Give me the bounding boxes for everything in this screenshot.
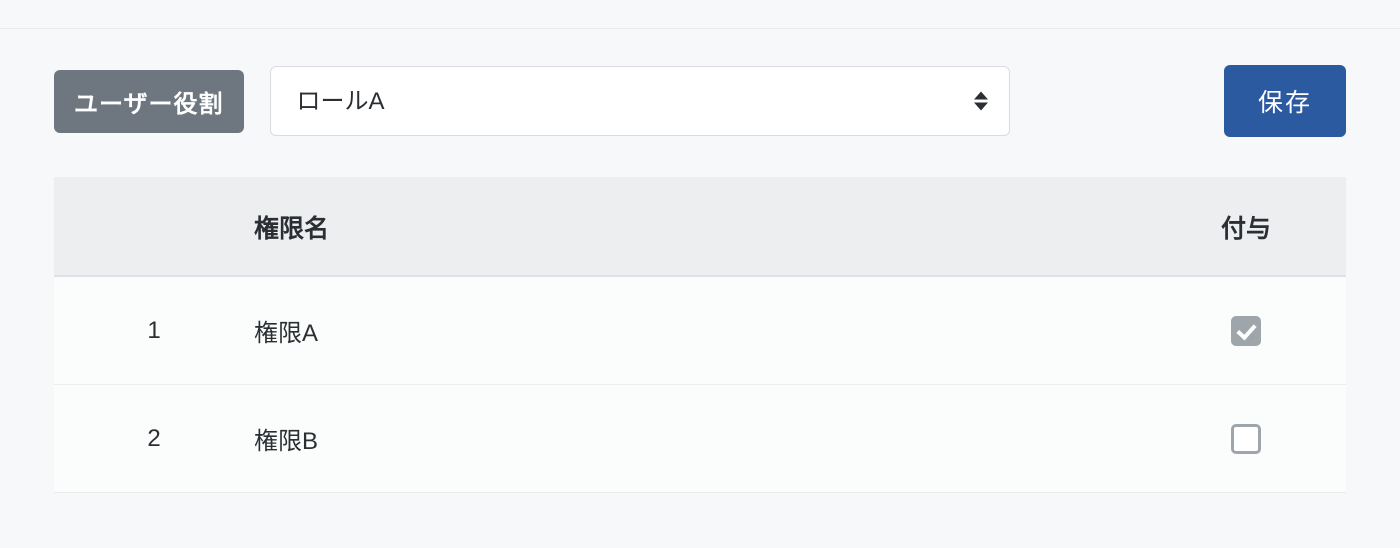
col-header-name: 権限名 — [254, 177, 1146, 276]
role-select-wrap: ロールA — [270, 66, 1010, 136]
table-header-row: 権限名 付与 — [54, 177, 1346, 276]
permission-name: 権限B — [254, 385, 1146, 493]
col-header-index — [54, 177, 254, 276]
toolbar: ユーザー役割 ロールA 保存 — [54, 65, 1346, 137]
main-container: ユーザー役割 ロールA 保存 権限名 付与 1 権限A — [0, 29, 1400, 493]
table-row: 1 権限A — [54, 276, 1346, 385]
row-index: 1 — [54, 276, 254, 385]
user-role-label: ユーザー役割 — [54, 70, 244, 133]
grant-cell — [1146, 385, 1346, 493]
grant-checkbox[interactable] — [1231, 424, 1261, 454]
save-button[interactable]: 保存 — [1224, 65, 1346, 137]
grant-cell — [1146, 276, 1346, 385]
col-header-grant: 付与 — [1146, 177, 1346, 276]
permissions-table: 権限名 付与 1 権限A 2 権限B — [54, 177, 1346, 493]
role-select[interactable]: ロールA — [270, 66, 1010, 136]
table-row: 2 権限B — [54, 385, 1346, 493]
row-index: 2 — [54, 385, 254, 493]
permission-name: 権限A — [254, 276, 1146, 385]
grant-checkbox[interactable] — [1231, 316, 1261, 346]
